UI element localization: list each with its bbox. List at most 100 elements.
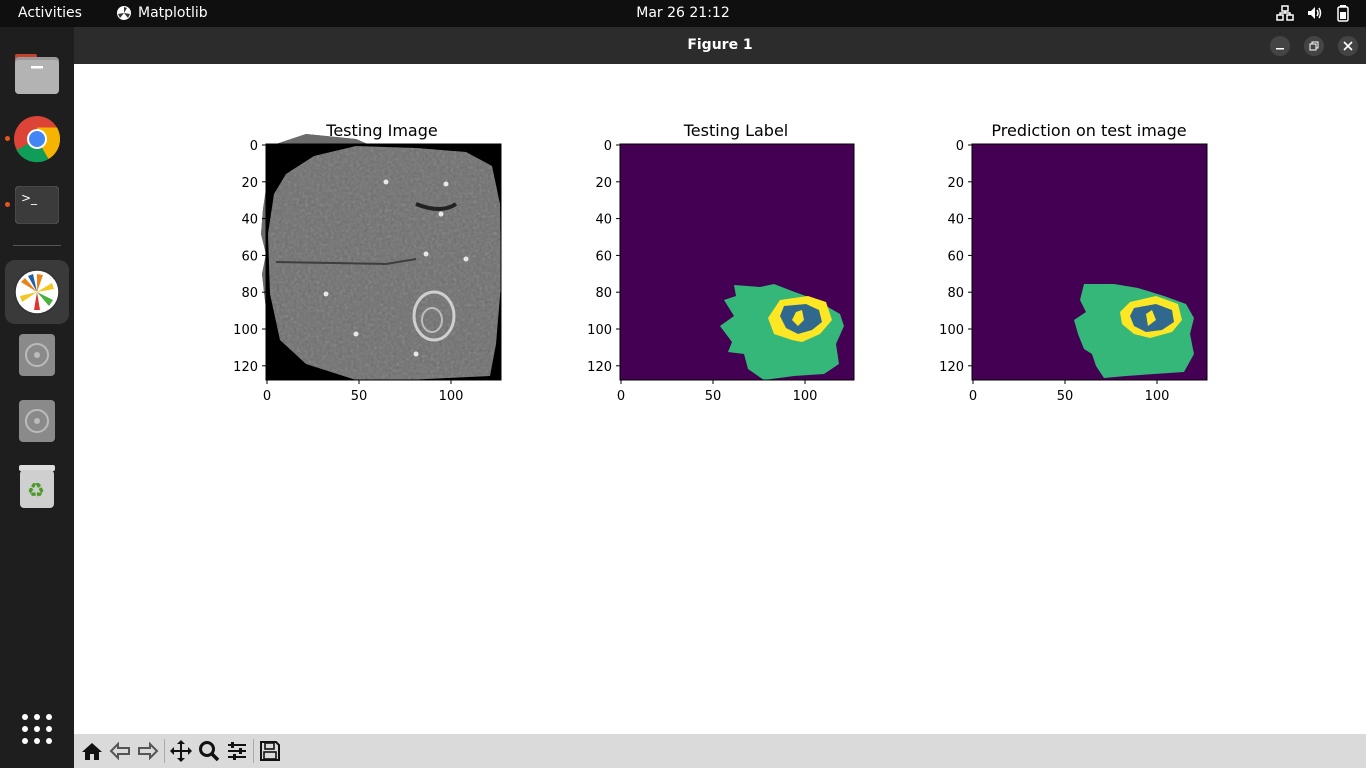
close-button[interactable] — [1338, 36, 1358, 56]
x-tick-label: 50 — [351, 389, 368, 404]
pan-icon — [170, 740, 192, 762]
navigation-toolbar — [74, 734, 1366, 768]
panel-title: Prediction on test image — [991, 121, 1186, 140]
y-tick-label: 20 — [595, 176, 612, 191]
window-titlebar[interactable]: Figure 1 — [74, 27, 1366, 64]
y-tick-label: 120 — [939, 360, 964, 375]
minimize-icon — [1276, 48, 1284, 50]
back-button[interactable] — [106, 737, 134, 765]
save-button[interactable] — [256, 737, 284, 765]
bright-spot — [423, 251, 429, 257]
dock: >_ ♻ — [0, 27, 74, 768]
x-tick-label: 100 — [1145, 389, 1170, 404]
dock-terminal[interactable]: >_ — [10, 178, 64, 232]
y-tick-label: 100 — [233, 323, 258, 338]
restore-icon — [1309, 41, 1319, 51]
panel-title: Testing Label — [683, 121, 789, 140]
y-tick-label: 20 — [241, 176, 258, 191]
y-tick-label: 60 — [595, 249, 612, 264]
bright-spot — [353, 331, 359, 337]
zoom-button[interactable] — [195, 737, 223, 765]
panel-prediction: Prediction on test image 0 20 40 60 80 100 120… — [939, 121, 1208, 404]
y-tick-label: 100 — [587, 323, 612, 338]
y-tick-label: 0 — [604, 139, 612, 154]
save-icon — [260, 741, 280, 761]
matplotlib-icon — [14, 269, 60, 315]
bright-spot — [463, 256, 469, 262]
app-grid-icon — [22, 714, 52, 744]
figure-window: Figure 1 Testing Image 0 20 40 60 80 100… — [74, 27, 1366, 768]
dock-disc-1[interactable] — [10, 328, 64, 382]
back-icon — [109, 741, 130, 761]
close-icon — [1343, 41, 1353, 51]
show-apps-button[interactable] — [10, 702, 64, 756]
matplotlib-app-icon — [117, 6, 131, 20]
bright-spot — [438, 211, 444, 217]
x-axis-ticks: 0 50 100 — [617, 380, 818, 404]
top-bar: Activities Matplotlib Mar 26 21:12 — [0, 0, 1366, 27]
y-tick-label: 40 — [595, 213, 612, 228]
bright-spot — [323, 291, 329, 297]
figure-canvas[interactable]: Testing Image 0 20 40 60 80 100 120 0 50 100 — [74, 64, 1366, 734]
maximize-button[interactable] — [1304, 36, 1324, 56]
configure-icon — [228, 742, 246, 760]
bright-spot — [443, 181, 449, 187]
y-axis-ticks: 0 20 40 60 80 100 120 — [587, 139, 620, 375]
bright-spot — [383, 179, 389, 185]
x-axis-ticks: 0 50 100 — [969, 380, 1170, 404]
disc-drive-icon — [19, 400, 55, 442]
y-tick-label: 120 — [233, 360, 258, 375]
terminal-icon: >_ — [15, 186, 59, 224]
toolbar-separator — [253, 739, 254, 763]
dock-matplotlib[interactable] — [5, 260, 69, 324]
home-button[interactable] — [78, 737, 106, 765]
forward-icon — [138, 741, 159, 761]
dock-trash[interactable]: ♻ — [10, 460, 64, 514]
panel-title: Testing Image — [325, 121, 437, 140]
dock-files[interactable] — [10, 47, 64, 101]
disc-drive-icon — [19, 334, 55, 376]
app-menu[interactable]: Matplotlib — [116, 5, 208, 21]
clock[interactable]: Mar 26 21:12 — [636, 5, 729, 21]
dock-disc-2[interactable] — [10, 394, 64, 448]
y-tick-label: 60 — [947, 249, 964, 264]
chrome-icon — [14, 116, 61, 163]
minimize-button[interactable] — [1270, 36, 1290, 56]
figure-svg: Testing Image 0 20 40 60 80 100 120 0 50 100 T… — [233, 121, 1208, 404]
x-tick-label: 50 — [705, 389, 722, 404]
y-tick-label: 80 — [947, 286, 964, 301]
volume-icon[interactable] — [1306, 4, 1324, 22]
y-tick-label: 20 — [947, 176, 964, 191]
y-tick-label: 100 — [939, 323, 964, 338]
files-icon — [15, 54, 59, 94]
dock-chrome[interactable] — [10, 112, 64, 166]
x-tick-label: 100 — [793, 389, 818, 404]
panel-testing-label: Testing Label 0 20 40 60 80 100 120 0 50 100 — [587, 121, 855, 404]
home-icon — [82, 743, 102, 760]
pan-button[interactable] — [167, 737, 195, 765]
forward-button[interactable] — [134, 737, 162, 765]
brain-image — [266, 144, 501, 380]
battery-icon[interactable] — [1336, 4, 1350, 22]
activities-button[interactable]: Activities — [18, 5, 82, 21]
x-tick-label: 0 — [263, 389, 271, 404]
app-name: Matplotlib — [138, 5, 208, 21]
y-tick-label: 0 — [956, 139, 964, 154]
x-tick-label: 50 — [1057, 389, 1074, 404]
y-tick-label: 80 — [241, 286, 258, 301]
y-tick-label: 80 — [595, 286, 612, 301]
y-tick-label: 40 — [241, 213, 258, 228]
toolbar-separator — [164, 739, 165, 763]
x-axis-ticks: 0 50 100 — [263, 380, 463, 404]
window-title: Figure 1 — [687, 37, 753, 53]
y-axis-ticks: 0 20 40 60 80 100 120 — [939, 139, 972, 375]
x-tick-label: 0 — [617, 389, 625, 404]
svg-text:♻: ♻ — [27, 478, 45, 502]
configure-subplots-button[interactable] — [223, 737, 251, 765]
system-tray[interactable] — [1276, 4, 1350, 22]
y-tick-label: 0 — [250, 139, 258, 154]
trash-icon: ♻ — [19, 465, 55, 508]
y-tick-label: 40 — [947, 213, 964, 228]
panel-testing-image: Testing Image 0 20 40 60 80 100 120 0 50 100 — [233, 121, 502, 404]
network-icon[interactable] — [1276, 4, 1294, 22]
